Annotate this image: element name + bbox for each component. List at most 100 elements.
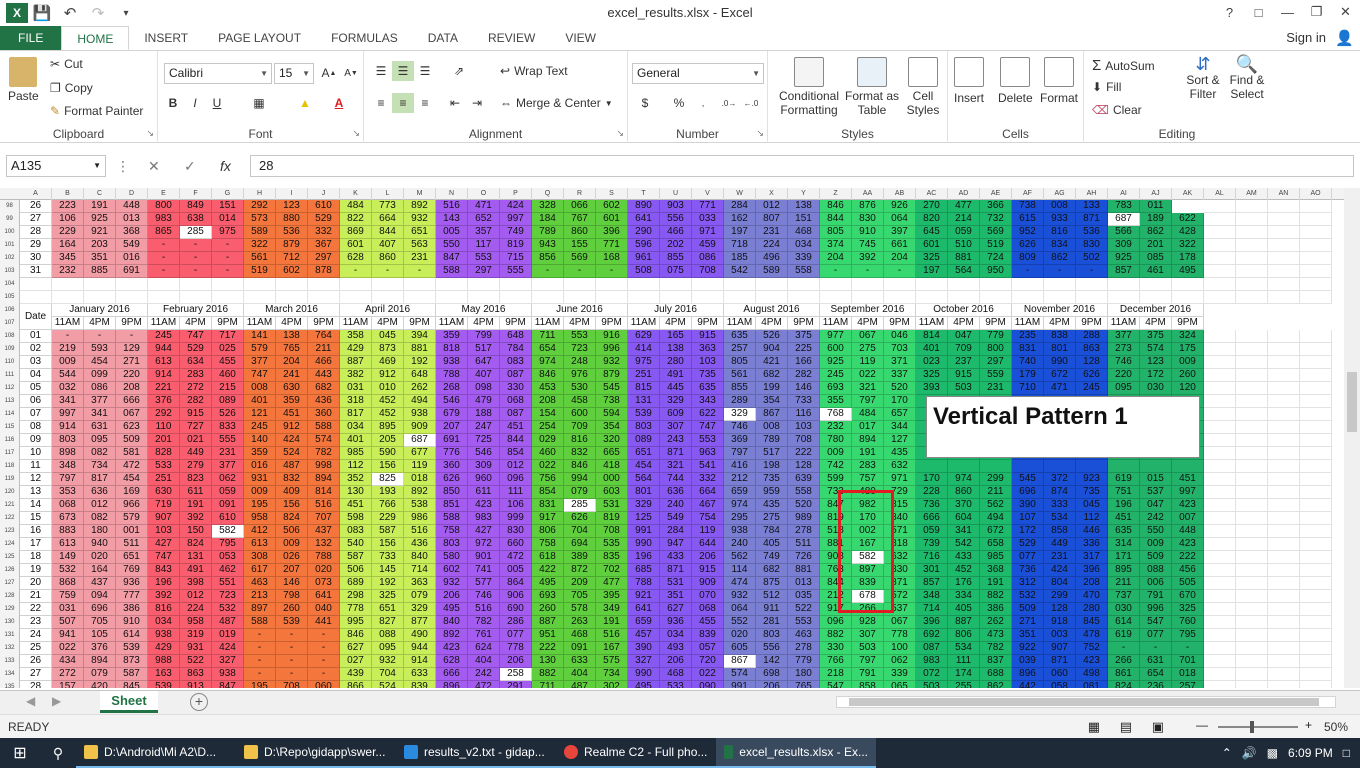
cell[interactable]: 28 — [20, 226, 52, 239]
cell[interactable] — [1204, 590, 1236, 603]
cell[interactable]: 4PM — [1140, 317, 1172, 330]
cell[interactable]: 255 — [948, 681, 980, 688]
cell[interactable]: 371 — [884, 356, 916, 369]
italic-button[interactable]: I — [184, 93, 206, 113]
cell[interactable]: 526 — [212, 408, 244, 421]
cell[interactable]: 324 — [1172, 330, 1204, 343]
column-header[interactable]: M — [404, 188, 436, 200]
cell[interactable]: 951 — [532, 629, 564, 642]
increase-decimal-icon[interactable]: .0→ — [718, 93, 740, 113]
cell[interactable]: 357 — [468, 226, 500, 239]
cell[interactable]: 270 — [916, 200, 948, 213]
row-header[interactable]: 117 — [0, 447, 20, 460]
cell[interactable]: 196 — [148, 577, 180, 590]
cell[interactable]: 321 — [852, 382, 884, 395]
conditional-formatting-button[interactable]: Conditional Formatting — [774, 57, 844, 117]
cell[interactable]: 940 — [84, 538, 116, 551]
cell[interactable]: 614 — [1108, 616, 1140, 629]
cell[interactable]: 832 — [276, 473, 308, 486]
cell[interactable]: 067 — [116, 408, 148, 421]
cell[interactable] — [1268, 447, 1300, 460]
cell[interactable]: 587 — [372, 525, 404, 538]
cell[interactable]: 164 — [84, 564, 116, 577]
cell[interactable]: 021 — [180, 434, 212, 447]
undo-icon[interactable]: ↶ — [56, 1, 84, 25]
cell[interactable]: 11AM — [148, 317, 180, 330]
cell[interactable]: 351 — [1012, 629, 1044, 642]
cell[interactable]: 166 — [788, 356, 820, 369]
cell[interactable]: 746 — [1108, 356, 1140, 369]
cell[interactable] — [1300, 655, 1332, 668]
cell[interactable]: 401 — [340, 434, 372, 447]
cell[interactable]: 284 — [724, 200, 756, 213]
cell[interactable] — [1204, 538, 1236, 551]
cell[interactable]: 735 — [692, 369, 724, 382]
cell[interactable]: 735 — [756, 473, 788, 486]
cell[interactable] — [1012, 278, 1044, 291]
cell[interactable]: 420 — [84, 681, 116, 688]
cell[interactable]: 247 — [468, 421, 500, 434]
cell[interactable]: 617 — [244, 564, 276, 577]
cell[interactable]: 116 — [788, 408, 820, 421]
cell[interactable]: 9PM — [500, 317, 532, 330]
cell[interactable]: - — [244, 655, 276, 668]
cell[interactable]: 393 — [916, 382, 948, 395]
cell[interactable] — [1076, 278, 1108, 291]
cell[interactable] — [628, 278, 660, 291]
cell[interactable]: 336 — [1076, 538, 1108, 551]
cell[interactable]: 251 — [628, 369, 660, 382]
cell[interactable]: 988 — [148, 655, 180, 668]
cell[interactable]: 864 — [500, 577, 532, 590]
cell[interactable]: 045 — [372, 330, 404, 343]
cell[interactable]: 896 — [436, 681, 468, 688]
cell[interactable]: 776 — [436, 447, 468, 460]
row-header[interactable]: 120 — [0, 486, 20, 499]
cell[interactable]: 086 — [84, 382, 116, 395]
cell[interactable]: 613 — [244, 538, 276, 551]
cell[interactable] — [788, 278, 820, 291]
cell[interactable]: 345 — [52, 252, 84, 265]
cell[interactable] — [564, 291, 596, 304]
cell[interactable] — [1204, 382, 1236, 395]
cell[interactable]: - — [276, 655, 308, 668]
cell[interactable]: 749 — [756, 551, 788, 564]
cell[interactable]: 564 — [948, 265, 980, 278]
save-icon[interactable]: 💾 — [28, 1, 56, 25]
cell[interactable]: 308 — [244, 551, 276, 564]
cell[interactable] — [212, 278, 244, 291]
cell[interactable]: 894 — [852, 434, 884, 447]
cell[interactable]: 895 — [372, 421, 404, 434]
cell[interactable]: 309 — [1108, 239, 1140, 252]
month-header[interactable]: February 2016 — [148, 304, 244, 317]
cell[interactable]: 778 — [340, 603, 372, 616]
cell[interactable]: 626 — [1076, 369, 1108, 382]
cell[interactable]: 424 — [500, 200, 532, 213]
cell[interactable]: 081 — [1076, 681, 1108, 688]
cell[interactable]: 416 — [724, 460, 756, 473]
cell[interactable] — [1204, 512, 1236, 525]
cell[interactable]: 516 — [436, 200, 468, 213]
cell[interactable]: 972 — [468, 538, 500, 551]
cell[interactable]: 533 — [148, 460, 180, 473]
cell[interactable] — [692, 291, 724, 304]
sort-filter-button[interactable]: ⇵ Sort & Filter — [1182, 55, 1224, 101]
cell[interactable] — [532, 291, 564, 304]
cell[interactable]: 881 — [788, 564, 820, 577]
cell[interactable]: 423 — [1076, 655, 1108, 668]
cell[interactable]: 9PM — [308, 317, 340, 330]
cell[interactable]: 090 — [692, 681, 724, 688]
cell[interactable]: 151 — [212, 200, 244, 213]
zoom-level[interactable]: 50% — [1324, 720, 1348, 734]
cell[interactable]: 096 — [500, 473, 532, 486]
cell[interactable]: 862 — [1044, 252, 1076, 265]
cell[interactable]: 013 — [788, 577, 820, 590]
cell[interactable]: 089 — [628, 434, 660, 447]
cell[interactable]: 191 — [84, 200, 116, 213]
cell[interactable] — [1204, 525, 1236, 538]
cell[interactable]: 882 — [980, 590, 1012, 603]
cell[interactable]: 9PM — [404, 317, 436, 330]
cell[interactable] — [1012, 291, 1044, 304]
cell[interactable]: 704 — [372, 668, 404, 681]
cell[interactable]: 605 — [724, 642, 756, 655]
cell[interactable]: 977 — [820, 330, 852, 343]
